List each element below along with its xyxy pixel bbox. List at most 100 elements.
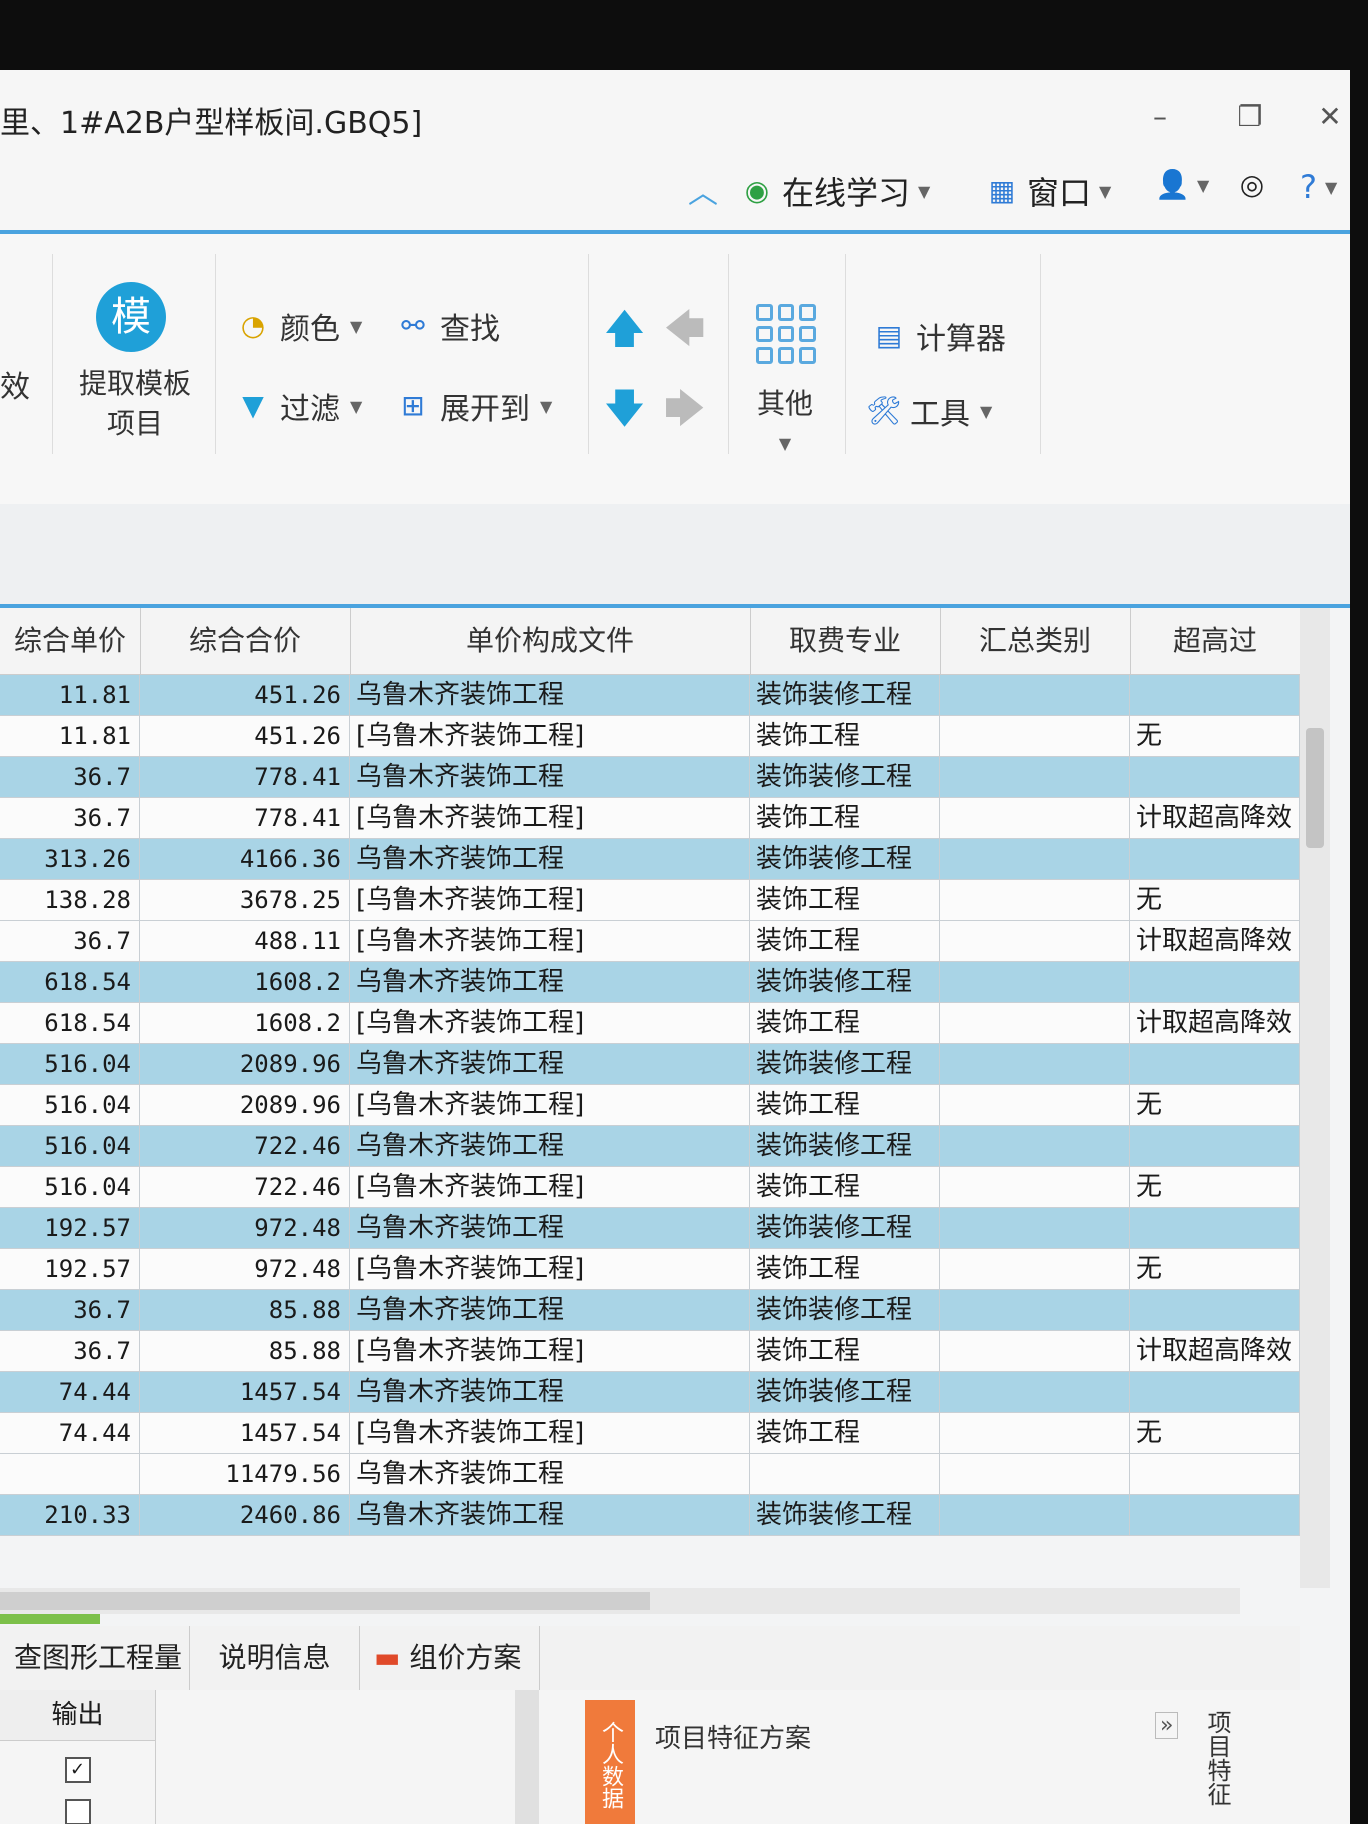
table-row[interactable]: 36.7 85.88 乌鲁木齐装饰工程 装饰装修工程 (0, 1290, 1300, 1331)
table-row[interactable]: 516.04 2089.96 乌鲁木齐装饰工程 装饰装修工程 (0, 1044, 1300, 1085)
vertical-scrollbar[interactable] (1300, 608, 1330, 1588)
table-row[interactable]: 36.7 778.41 [乌鲁木齐装饰工程] 装饰工程 计取超高降效 (0, 798, 1300, 839)
tab-description[interactable]: 说明信息 (190, 1626, 360, 1690)
cell-over-height[interactable] (1130, 1126, 1300, 1166)
cell-summary-category[interactable] (940, 1003, 1130, 1043)
table-row[interactable]: 618.54 1608.2 乌鲁木齐装饰工程 装饰装修工程 (0, 962, 1300, 1003)
table-row[interactable]: 618.54 1608.2 [乌鲁木齐装饰工程] 装饰工程 计取超高降效 (0, 1003, 1300, 1044)
cell-over-height[interactable] (1130, 1495, 1300, 1535)
cell-fee-specialty[interactable]: 装饰装修工程 (750, 1290, 940, 1330)
cell-total-price[interactable]: 85.88 (140, 1331, 350, 1371)
personal-data-tab[interactable]: 个人数据 (585, 1700, 635, 1824)
cell-over-height[interactable]: 无 (1130, 1413, 1300, 1453)
cell-fee-specialty[interactable]: 装饰工程 (750, 1413, 940, 1453)
cell-price-file[interactable]: 乌鲁木齐装饰工程 (350, 1454, 750, 1494)
cell-price-file[interactable]: [乌鲁木齐装饰工程] (350, 798, 750, 838)
table-row[interactable]: 36.7 488.11 [乌鲁木齐装饰工程] 装饰工程 计取超高降效 (0, 921, 1300, 962)
cell-total-price[interactable]: 85.88 (140, 1290, 350, 1330)
cell-summary-category[interactable] (940, 921, 1130, 961)
cell-summary-category[interactable] (940, 1331, 1130, 1371)
cell-unit-price[interactable]: 516.04 (0, 1167, 140, 1207)
cell-unit-price[interactable]: 516.04 (0, 1044, 140, 1084)
cell-total-price[interactable]: 778.41 (140, 798, 350, 838)
cell-fee-specialty[interactable]: 装饰工程 (750, 798, 940, 838)
cell-over-height[interactable] (1130, 1290, 1300, 1330)
cell-unit-price[interactable]: 74.44 (0, 1372, 140, 1412)
output-checkbox[interactable] (64, 1799, 91, 1824)
table-row[interactable]: 192.57 972.48 乌鲁木齐装饰工程 装饰装修工程 (0, 1208, 1300, 1249)
scroll-thumb[interactable] (0, 1592, 650, 1610)
cell-over-height[interactable]: 计取超高降效 (1130, 1003, 1300, 1043)
cell-price-file[interactable]: 乌鲁木齐装饰工程 (350, 1126, 750, 1166)
cell-fee-specialty[interactable]: 装饰工程 (750, 921, 940, 961)
cell-summary-category[interactable] (940, 716, 1130, 756)
cell-price-file[interactable]: [乌鲁木齐装饰工程] (350, 1413, 750, 1453)
cell-price-file[interactable]: 乌鲁木齐装饰工程 (350, 1372, 750, 1412)
cell-fee-specialty[interactable] (750, 1454, 940, 1494)
cell-summary-category[interactable] (940, 1413, 1130, 1453)
cell-total-price[interactable]: 2460.86 (140, 1495, 350, 1535)
cell-total-price[interactable]: 1457.54 (140, 1372, 350, 1412)
cell-summary-category[interactable] (940, 1249, 1130, 1289)
cell-summary-category[interactable] (940, 839, 1130, 879)
ribbon-partial-label[interactable]: 效 (0, 362, 30, 406)
cell-over-height[interactable]: 无 (1130, 1085, 1300, 1125)
cell-total-price[interactable]: 3678.25 (140, 880, 350, 920)
output-checkbox[interactable]: ✓ (64, 1757, 91, 1783)
cell-unit-price[interactable]: 192.57 (0, 1208, 140, 1248)
restore-button[interactable]: ❐ (1230, 100, 1270, 133)
cell-fee-specialty[interactable]: 装饰工程 (750, 1167, 940, 1207)
cell-unit-price[interactable]: 516.04 (0, 1126, 140, 1166)
table-row[interactable]: 74.44 1457.54 乌鲁木齐装饰工程 装饰装修工程 (0, 1372, 1300, 1413)
cell-fee-specialty[interactable]: 装饰装修工程 (750, 1208, 940, 1248)
support-icon[interactable]: ◎ (1235, 168, 1269, 202)
cell-over-height[interactable]: 计取超高降效 (1130, 1331, 1300, 1371)
cell-summary-category[interactable] (940, 757, 1130, 797)
other-grid-icon[interactable] (756, 304, 816, 364)
move-right-icon[interactable]: 🡆 (664, 380, 705, 448)
cell-over-height[interactable] (1130, 1454, 1300, 1494)
cell-unit-price[interactable]: 313.26 (0, 839, 140, 879)
cell-total-price[interactable]: 4166.36 (140, 839, 350, 879)
color-button[interactable]: ◔ 颜色 ▼ (236, 304, 363, 348)
tab-graphic-quantity[interactable]: 查图形工程量 (0, 1626, 190, 1690)
cell-fee-specialty[interactable]: 装饰装修工程 (750, 1495, 940, 1535)
cell-summary-category[interactable] (940, 1085, 1130, 1125)
collapse-ribbon-icon[interactable]: ︿ (688, 168, 718, 212)
cell-over-height[interactable]: 无 (1130, 1167, 1300, 1207)
cell-price-file[interactable]: 乌鲁木齐装饰工程 (350, 962, 750, 1002)
extract-template-icon[interactable]: 模 (96, 282, 166, 352)
cell-over-height[interactable] (1130, 1044, 1300, 1084)
cell-unit-price[interactable]: 618.54 (0, 1003, 140, 1043)
cell-total-price[interactable]: 11479.56 (140, 1454, 350, 1494)
cell-fee-specialty[interactable]: 装饰装修工程 (750, 1126, 940, 1166)
cell-summary-category[interactable] (940, 1044, 1130, 1084)
tools-button[interactable]: 🛠 工具 ▼ (866, 389, 992, 433)
cell-total-price[interactable]: 722.46 (140, 1126, 350, 1166)
cell-price-file[interactable]: 乌鲁木齐装饰工程 (350, 1495, 750, 1535)
cell-over-height[interactable]: 无 (1130, 716, 1300, 756)
cell-over-height[interactable]: 无 (1130, 880, 1300, 920)
cell-total-price[interactable]: 1608.2 (140, 1003, 350, 1043)
cell-fee-specialty[interactable]: 装饰工程 (750, 1003, 940, 1043)
col-over-height[interactable]: 超高过 (1130, 608, 1301, 674)
cell-unit-price[interactable]: 138.28 (0, 880, 140, 920)
cell-over-height[interactable] (1130, 675, 1300, 715)
cell-unit-price[interactable] (0, 1454, 140, 1494)
panel-scrollbar[interactable] (515, 1690, 539, 1824)
cell-summary-category[interactable] (940, 1208, 1130, 1248)
table-row[interactable]: 36.7 778.41 乌鲁木齐装饰工程 装饰装修工程 (0, 757, 1300, 798)
cell-total-price[interactable]: 451.26 (140, 716, 350, 756)
cell-fee-specialty[interactable]: 装饰工程 (750, 716, 940, 756)
table-row[interactable]: 516.04 722.46 乌鲁木齐装饰工程 装饰装修工程 (0, 1126, 1300, 1167)
cell-fee-specialty[interactable]: 装饰装修工程 (750, 962, 940, 1002)
cell-summary-category[interactable] (940, 1126, 1130, 1166)
cell-unit-price[interactable]: 36.7 (0, 1331, 140, 1371)
cell-unit-price[interactable]: 516.04 (0, 1085, 140, 1125)
cell-over-height[interactable] (1130, 757, 1300, 797)
cell-price-file[interactable]: 乌鲁木齐装饰工程 (350, 839, 750, 879)
cell-unit-price[interactable]: 11.81 (0, 675, 140, 715)
cell-fee-specialty[interactable]: 装饰工程 (750, 880, 940, 920)
user-menu[interactable]: 👤 ▼ (1155, 168, 1209, 202)
table-row[interactable]: 516.04 2089.96 [乌鲁木齐装饰工程] 装饰工程 无 (0, 1085, 1300, 1126)
